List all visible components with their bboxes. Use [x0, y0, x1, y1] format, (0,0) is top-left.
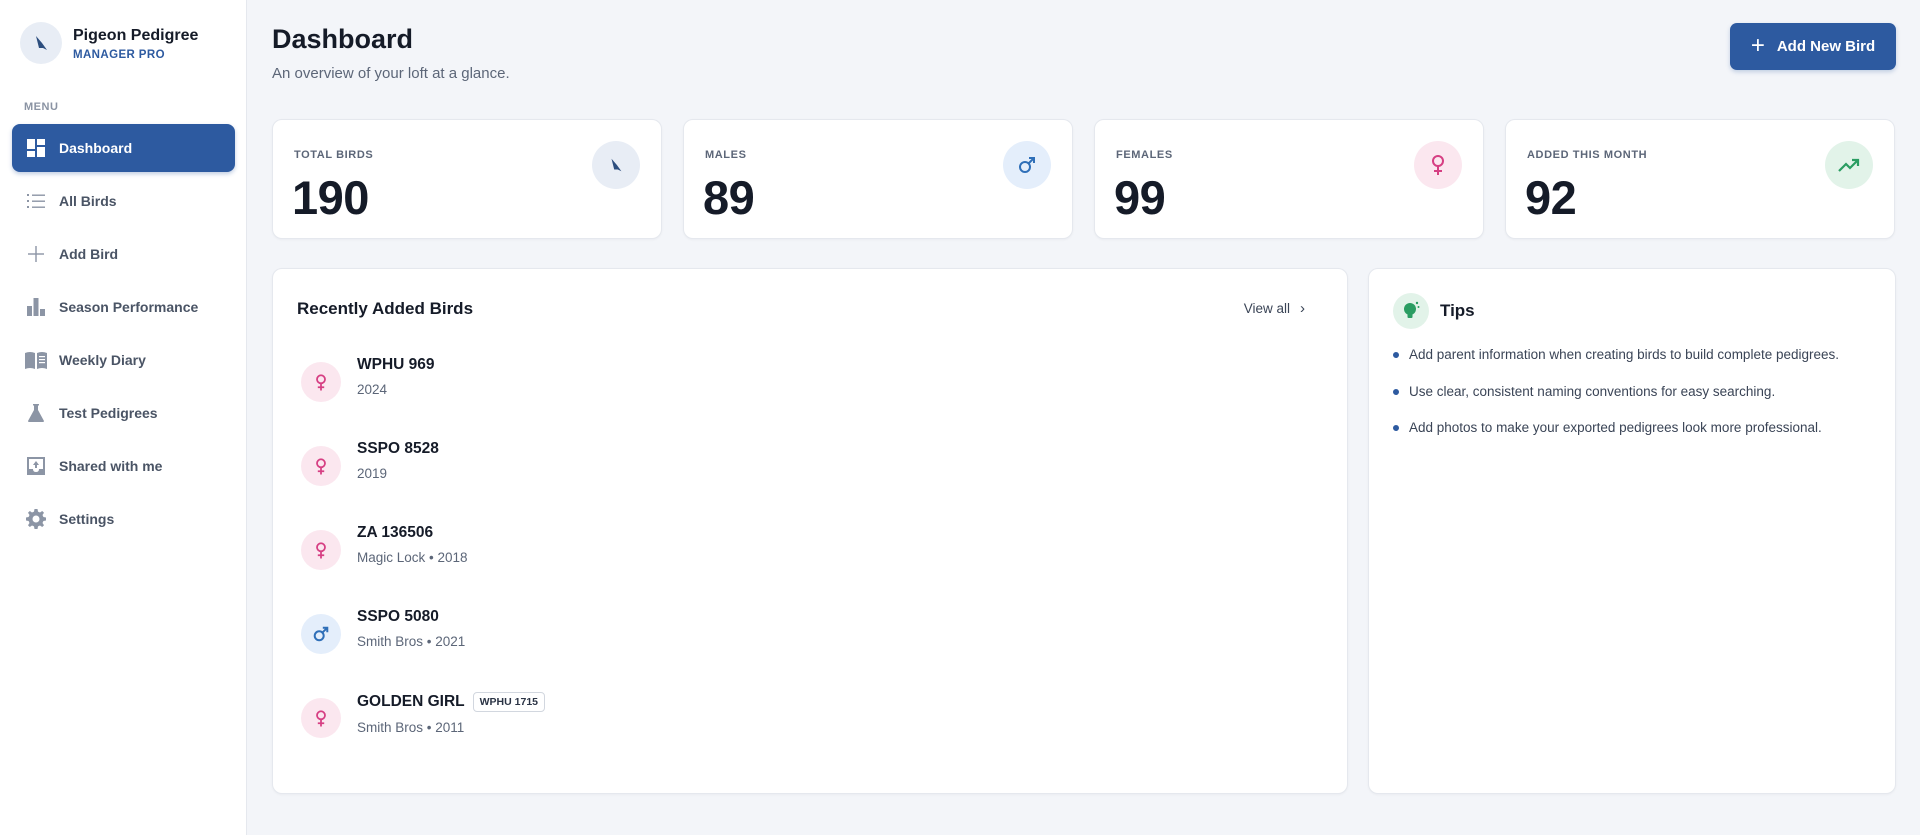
add-new-bird-label: Add New Bird	[1776, 38, 1876, 55]
stat-label: MALES	[705, 149, 747, 161]
book-icon	[25, 349, 47, 371]
plus-icon	[25, 243, 47, 265]
female-icon	[301, 446, 341, 486]
menu-label: MENU	[24, 101, 59, 113]
tips-panel: Tips Add parent information when creatin…	[1368, 268, 1896, 794]
sidebar-item-dashboard[interactable]: Dashboard	[12, 124, 235, 172]
bullet-icon	[1393, 425, 1399, 431]
add-new-bird-button[interactable]: + Add New Bird	[1730, 23, 1896, 70]
sidebar: Pigeon Pedigree MANAGER PRO MENU Dashboa…	[0, 0, 247, 835]
list-item[interactable]: GOLDEN GIRL WPHU 1715 Smith Bros • 2011	[301, 692, 1301, 782]
sidebar-item-label: Season Performance	[59, 299, 199, 315]
stat-card-males: MALES 89	[683, 119, 1073, 239]
sidebar-item-shared-with-me[interactable]: Shared with me	[12, 442, 235, 490]
bullet-icon	[1393, 352, 1399, 358]
sidebar-item-label: Shared with me	[59, 458, 163, 474]
pigeon-icon	[20, 22, 62, 64]
sidebar-item-label: Settings	[59, 511, 115, 527]
sidebar-item-add-bird[interactable]: Add Bird	[12, 230, 235, 278]
gear-icon	[25, 508, 47, 530]
bird-name: SSPO 5080	[357, 608, 439, 625]
stat-label: FEMALES	[1116, 149, 1173, 161]
page-title: Dashboard	[272, 24, 414, 54]
brand[interactable]: Pigeon Pedigree MANAGER PRO	[20, 22, 198, 64]
sidebar-item-settings[interactable]: Settings	[12, 495, 235, 543]
tip-text: Add photos to make your exported pedigre…	[1409, 420, 1822, 435]
stat-value: 99	[1114, 171, 1166, 224]
lightbulb-icon	[1393, 293, 1429, 329]
sidebar-item-label: Weekly Diary	[59, 352, 146, 368]
list-item[interactable]: SSPO 8528 2019	[301, 440, 1301, 530]
brand-name: Pigeon Pedigree	[73, 26, 199, 44]
sidebar-item-all-birds[interactable]: All Birds	[12, 177, 235, 225]
sidebar-item-label: Add Bird	[59, 246, 119, 262]
bird-name: SSPO 8528	[357, 440, 439, 457]
female-icon	[1414, 141, 1462, 189]
female-icon	[301, 362, 341, 402]
inbox-icon	[25, 455, 47, 477]
tips-list: Add parent information when creating bir…	[1393, 347, 1839, 457]
sidebar-item-weekly-diary[interactable]: Weekly Diary	[12, 336, 235, 384]
flask-icon	[25, 402, 47, 424]
tips-title: Tips	[1440, 301, 1475, 320]
male-icon	[1003, 141, 1051, 189]
list-item[interactable]: SSPO 5080 Smith Bros • 2021	[301, 608, 1301, 698]
sidebar-item-season-performance[interactable]: Season Performance	[12, 283, 235, 331]
page-subtitle: An overview of your loft at a glance.	[272, 65, 510, 82]
stat-value: 89	[703, 171, 755, 224]
list-icon	[25, 190, 47, 212]
bird-name: ZA 136506	[357, 524, 434, 541]
tip-text: Use clear, consistent naming conventions…	[1409, 383, 1776, 399]
stat-card-added-this-month: ADDED THIS MONTH 92	[1505, 119, 1895, 239]
female-icon	[301, 698, 341, 738]
female-icon	[301, 530, 341, 570]
recently-added-panel: Recently Added Birds View all › WPHU 969…	[272, 268, 1348, 794]
sidebar-nav: Dashboard All Birds Add Bird Season Perf…	[12, 124, 235, 548]
stat-card-total-birds: TOTAL BIRDS 190	[272, 119, 662, 239]
sidebar-item-label: All Birds	[59, 193, 117, 209]
stat-value: 190	[292, 171, 369, 224]
stat-label: ADDED THIS MONTH	[1527, 149, 1648, 161]
ring-number-badge: WPHU 1715	[472, 692, 545, 712]
panel-title: Recently Added Birds	[297, 299, 474, 318]
chevron-right-icon: ›	[1300, 300, 1305, 317]
tip-item: Add parent information when creating bir…	[1393, 347, 1839, 384]
brand-subtitle: MANAGER PRO	[73, 48, 165, 61]
bird-meta: 2019	[357, 466, 388, 481]
tip-item: Use clear, consistent naming conventions…	[1393, 384, 1839, 421]
view-all-label: View all	[1243, 301, 1290, 316]
stat-value: 92	[1525, 171, 1577, 224]
bird-name: WPHU 969	[357, 356, 435, 373]
bar-chart-icon	[25, 296, 47, 318]
list-item[interactable]: ZA 136506 Magic Lock • 2018	[301, 524, 1301, 614]
bird-meta: Magic Lock • 2018	[357, 550, 468, 565]
tip-text: Add parent information when creating bir…	[1409, 347, 1840, 362]
bird-meta: 2024	[357, 382, 388, 397]
view-all-link[interactable]: View all ›	[1244, 300, 1305, 317]
dashboard-icon	[25, 137, 47, 159]
bird-list: WPHU 969 2024 SSPO 8528 2019 ZA 136506 M…	[301, 356, 1301, 782]
bird-meta: Smith Bros • 2011	[357, 720, 465, 735]
tip-item: Add photos to make your exported pedigre…	[1393, 420, 1839, 457]
trending-up-icon	[1825, 141, 1873, 189]
list-item[interactable]: WPHU 969 2024	[301, 356, 1301, 446]
sidebar-item-test-pedigrees[interactable]: Test Pedigrees	[12, 389, 235, 437]
male-icon	[301, 614, 341, 654]
sidebar-item-label: Test Pedigrees	[59, 405, 158, 421]
plus-icon: +	[1750, 31, 1765, 59]
bird-meta: Smith Bros • 2021	[357, 634, 466, 649]
stat-card-females: FEMALES 99	[1094, 119, 1484, 239]
bullet-icon	[1393, 388, 1399, 395]
stat-label: TOTAL BIRDS	[294, 149, 374, 161]
sidebar-item-label: Dashboard	[59, 140, 133, 156]
pigeon-icon	[592, 141, 640, 189]
bird-name: GOLDEN GIRL	[357, 693, 465, 710]
